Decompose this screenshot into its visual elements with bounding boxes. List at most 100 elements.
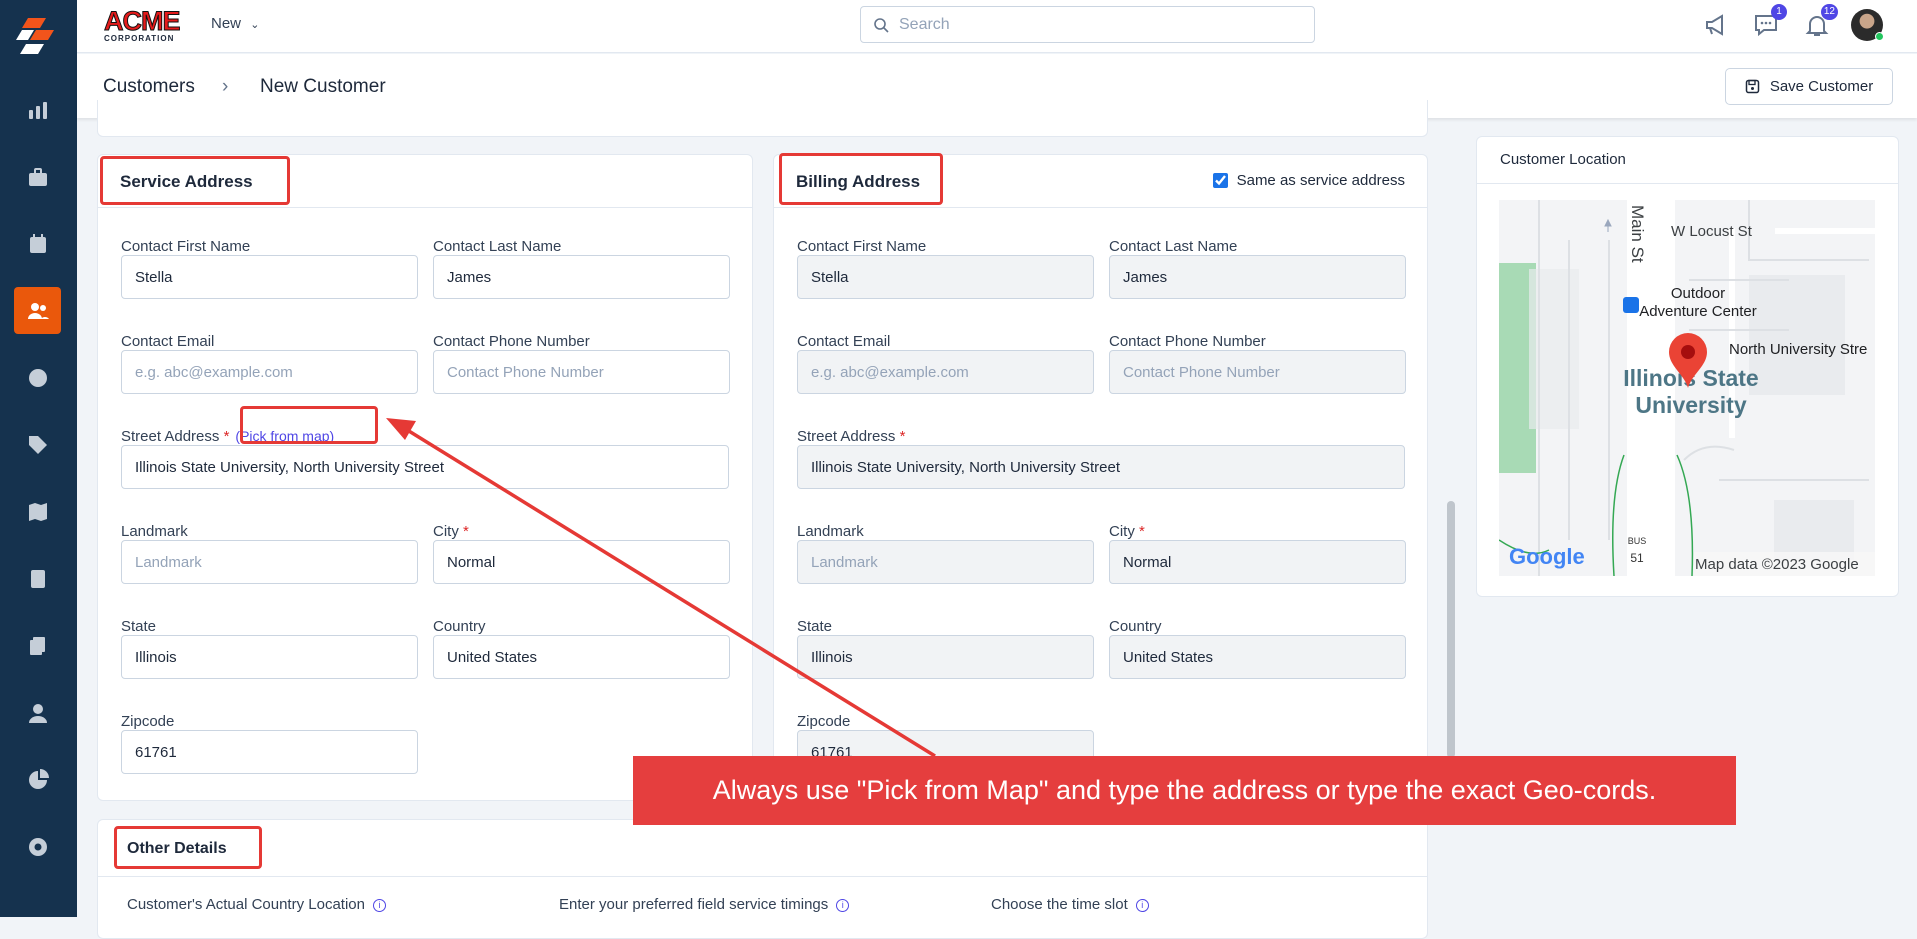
- city-input[interactable]: Normal: [1109, 540, 1406, 584]
- street-label: Street Address *: [797, 428, 905, 445]
- callout-text: Always use "Pick from Map" and type the …: [712, 775, 1657, 805]
- sidebar-item-analytics[interactable]: [14, 86, 61, 133]
- label-text: State: [797, 618, 833, 635]
- new-menu[interactable]: New ⌄: [211, 15, 259, 32]
- top-bar: ACME CORPORATION New ⌄ Search 1 12: [77, 0, 1917, 53]
- street-input[interactable]: Illinois State University, North Univers…: [797, 445, 1405, 489]
- scrollbar[interactable]: [1447, 501, 1455, 758]
- landmark-placeholder: Landmark: [135, 553, 202, 571]
- street-input[interactable]: Illinois State University, North Univers…: [121, 445, 729, 489]
- country-value: United States: [447, 648, 538, 666]
- email-input[interactable]: e.g. abc@example.com: [797, 350, 1094, 394]
- annotation-box-service: [100, 156, 290, 205]
- info-icon[interactable]: i: [1135, 899, 1149, 912]
- location-map[interactable]: Main St W Locust St Outdoor Adventure Ce…: [1499, 200, 1875, 576]
- city-input[interactable]: Normal: [433, 540, 730, 584]
- sidebar-item-jobs[interactable]: [14, 153, 61, 200]
- zip-value: 61761: [135, 743, 177, 761]
- documents-icon: [29, 636, 45, 655]
- map-attribution: Map data ©2023 Google: [1695, 556, 1859, 573]
- label-text: Country: [1109, 618, 1162, 635]
- last-name-input[interactable]: James: [433, 255, 730, 299]
- sidebar-item-tags[interactable]: [14, 421, 61, 468]
- email-input[interactable]: e.g. abc@example.com: [121, 350, 418, 394]
- map-label-main-st: Main St: [1628, 205, 1647, 263]
- messages-button[interactable]: 1: [1753, 4, 1787, 43]
- sidebar-item-settings[interactable]: [14, 823, 61, 870]
- label-text: Contact Phone Number: [1109, 333, 1266, 350]
- user-avatar[interactable]: [1851, 9, 1884, 41]
- first-name-input[interactable]: Stella: [121, 255, 418, 299]
- same-as-service-checkbox[interactable]: Same as service address: [1212, 172, 1405, 189]
- sidebar-item-reports[interactable]: [14, 756, 61, 803]
- label-text: Landmark: [797, 523, 864, 540]
- phone-label: Contact Phone Number: [433, 333, 590, 350]
- info-icon[interactable]: i: [836, 899, 850, 912]
- chevron-down-icon: ⌄: [250, 19, 260, 31]
- info-icon[interactable]: i: [372, 899, 386, 912]
- settings-icon: [28, 837, 47, 856]
- phone-placeholder: Contact Phone Number: [1123, 363, 1280, 381]
- megaphone-icon[interactable]: [1704, 12, 1730, 38]
- map-label-route: 51: [1630, 551, 1644, 565]
- sidebar-item-customers[interactable]: [14, 287, 61, 334]
- map-icon: [28, 502, 47, 521]
- landmark-label: Landmark: [797, 523, 864, 540]
- landmark-placeholder: Landmark: [811, 553, 878, 571]
- zip-label: Zipcode: [121, 713, 174, 730]
- label-text: Street Address: [797, 428, 896, 445]
- state-input[interactable]: Illinois: [797, 635, 1094, 679]
- calculator-icon: [30, 569, 45, 588]
- label-text: City: [433, 523, 459, 540]
- sidebar-item-calculator[interactable]: [14, 555, 61, 602]
- sidebar-item-documents[interactable]: [14, 622, 61, 669]
- sidebar-item-map[interactable]: [14, 488, 61, 535]
- phone-input[interactable]: Contact Phone Number: [433, 350, 730, 394]
- last-name-value: James: [447, 268, 492, 286]
- landmark-input[interactable]: Landmark: [797, 540, 1094, 584]
- analytics-icon: [28, 101, 47, 119]
- first-name-value: Stella: [811, 268, 849, 286]
- label-text: Customer's Actual Country Location: [127, 896, 365, 913]
- zip-input[interactable]: 61761: [121, 730, 418, 774]
- sidebar-item-calendar[interactable]: [14, 220, 61, 267]
- label-text: Contact Email: [797, 333, 891, 350]
- last-name-value: James: [1123, 268, 1168, 286]
- city-label: City *: [1109, 523, 1145, 540]
- sidebar-item-time[interactable]: [14, 354, 61, 401]
- breadcrumb-customers[interactable]: Customers: [103, 76, 195, 98]
- acme-logo[interactable]: ACME CORPORATION: [104, 7, 181, 43]
- required-mark: *: [899, 428, 906, 445]
- state-value: Illinois: [811, 648, 853, 666]
- search-box[interactable]: Search: [860, 6, 1315, 43]
- service-address-card: Service Address Contact First Name Stella…: [97, 154, 753, 801]
- state-value: Illinois: [135, 648, 177, 666]
- first-name-input[interactable]: Stella: [797, 255, 1094, 299]
- country-input[interactable]: United States: [433, 635, 730, 679]
- first-name-value: Stella: [135, 268, 173, 286]
- phone-input[interactable]: Contact Phone Number: [1109, 350, 1406, 394]
- country-input[interactable]: United States: [1109, 635, 1406, 679]
- same-as-service-check[interactable]: [1212, 173, 1228, 188]
- same-as-service-label: Same as service address: [1236, 172, 1405, 189]
- customer-location-card: Customer Location Main St W Locust St Ou…: [1476, 136, 1899, 597]
- first-name-label: Contact First Name: [121, 238, 250, 255]
- label-text: Contact First Name: [121, 238, 251, 255]
- required-mark: *: [223, 428, 230, 445]
- customer-location-title: Customer Location: [1500, 151, 1626, 168]
- map-label-bus: BUS: [1628, 536, 1647, 546]
- street-value: Illinois State University, North Univers…: [135, 458, 444, 476]
- map-label-poi-2: Adventure Center: [1639, 303, 1757, 320]
- save-customer-button[interactable]: Save Customer: [1725, 68, 1893, 105]
- email-label: Contact Email: [121, 333, 214, 350]
- notifications-button[interactable]: 12: [1804, 4, 1838, 43]
- other-field-timeslot-label: Choose the time slot i: [991, 896, 1149, 913]
- landmark-input[interactable]: Landmark: [121, 540, 418, 584]
- last-name-label: Contact Last Name: [433, 238, 561, 255]
- app-logo-icon: [16, 18, 54, 54]
- state-input[interactable]: Illinois: [121, 635, 418, 679]
- sidebar-item-users[interactable]: [14, 689, 61, 736]
- email-placeholder: e.g. abc@example.com: [811, 363, 969, 381]
- state-label: State: [121, 618, 156, 635]
- last-name-input[interactable]: James: [1109, 255, 1406, 299]
